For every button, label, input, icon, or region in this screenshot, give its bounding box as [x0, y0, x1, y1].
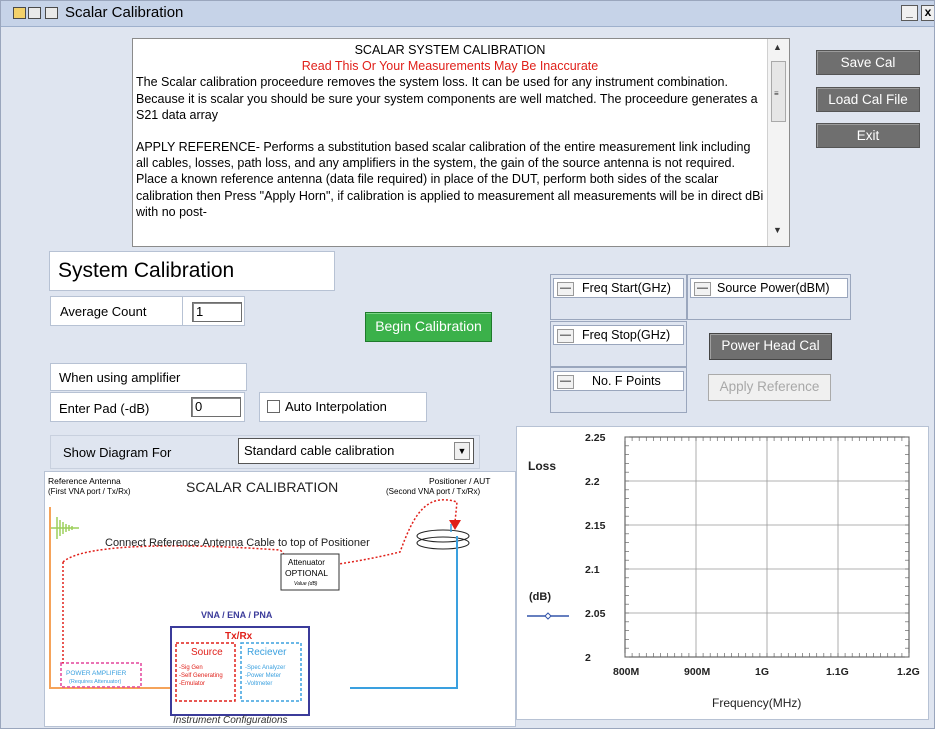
- y-tick-label: 2.1: [585, 564, 600, 576]
- source-item: -Self Generating: [179, 673, 223, 679]
- collapse-icon[interactable]: —: [694, 282, 711, 296]
- y-tick-label: 2.2: [585, 476, 600, 488]
- info-warning: Read This Or Your Measurements May Be In…: [301, 59, 599, 74]
- x-tick-label: 900M: [684, 666, 711, 678]
- apply-reference-button[interactable]: Apply Reference: [708, 374, 831, 401]
- y-tick-label: 2.25: [585, 432, 606, 444]
- instructions-textbox[interactable]: SCALAR SYSTEM CALIBRATION Read This Or Y…: [132, 38, 790, 247]
- info-paragraph-2: APPLY REFERENCE- Performs a substitution…: [136, 140, 764, 219]
- restore-icon[interactable]: [45, 7, 58, 19]
- info-paragraph-1: The Scalar calibration proceedure remove…: [136, 75, 758, 122]
- receiver-item: -Voltmeter: [245, 681, 272, 687]
- scalar-calibration-window: Scalar Calibration _ x SCALAR SYSTEM CAL…: [0, 0, 935, 729]
- scroll-down-icon[interactable]: ▼: [773, 225, 782, 235]
- freq-stop-label: Freq Stop(GHz): [582, 328, 671, 342]
- diagram-svg: Reference Antenna (First VNA port / Tx/R…: [48, 476, 490, 726]
- title-bar: Scalar Calibration _ x: [1, 1, 934, 27]
- auto-interpolation-panel: Auto Interpolation: [259, 392, 427, 422]
- value-db-label: Value (dB): [294, 581, 318, 587]
- chart-svg: Loss (dB) Frequency(MHz) 2 2.05 2.1 2.15 2.2…: [527, 432, 920, 710]
- section-title: System Calibration: [58, 259, 235, 282]
- ref-antenna-label: Reference Antenna: [48, 476, 121, 486]
- txrx-label: Tx/Rx: [225, 631, 253, 642]
- source-item: -Sig Gen: [179, 665, 203, 671]
- positioner-sub: (Second VNA port / Tx/Rx): [386, 487, 480, 496]
- close-button[interactable]: x: [921, 5, 934, 21]
- y-axis-label: Loss: [528, 459, 556, 473]
- blue-cable: [350, 536, 458, 689]
- freq-points-panel: — No. F Points: [550, 367, 687, 413]
- orange-cable: [49, 507, 170, 689]
- minimize-button[interactable]: _: [901, 5, 918, 21]
- plot-area: 2 2.05 2.1 2.15 2.2 2.25 800M 900M 1G 1.1G 1.2G: [585, 432, 920, 678]
- grip-icon: ≡: [774, 89, 779, 98]
- power-amplifier-label: POWER AMPLIFIER: [66, 670, 127, 677]
- save-cal-button[interactable]: Save Cal: [816, 50, 920, 75]
- y-tick-label: 2.15: [585, 520, 606, 532]
- x-tick-label: 800M: [613, 666, 640, 678]
- diagram-select-value: Standard cable calibration: [244, 443, 395, 458]
- diagram-title: SCALAR CALIBRATION: [186, 479, 338, 495]
- scroll-up-icon[interactable]: ▲: [773, 42, 782, 52]
- amplifier-note: When using amplifier: [59, 370, 181, 385]
- average-count-input[interactable]: 1: [192, 302, 242, 322]
- positioner-icon: [416, 536, 470, 550]
- vertical-scrollbar[interactable]: ▲ ≡ ▼: [767, 39, 789, 246]
- pad-label: Enter Pad (-dB): [59, 401, 150, 416]
- legend-marker: [527, 612, 569, 620]
- source-label: Source: [191, 647, 223, 658]
- window-title: Scalar Calibration: [65, 4, 184, 21]
- source-power-panel: — Source Power(dBM): [687, 274, 851, 320]
- antenna-icon: [51, 517, 79, 539]
- optional-label: OPTIONAL: [285, 568, 328, 578]
- y-tick-label: 2.05: [585, 608, 606, 620]
- ref-antenna-sub: (First VNA port / Tx/Rx): [48, 487, 131, 496]
- connect-note: Connect Reference Antenna Cable to top o…: [105, 537, 370, 549]
- reference-cable-path: [62, 499, 458, 569]
- y-axis-unit: (dB): [529, 591, 551, 603]
- chevron-down-icon[interactable]: ▼: [454, 442, 470, 460]
- y-tick-label: 2: [585, 652, 591, 664]
- pad-input[interactable]: 0: [191, 397, 241, 417]
- calibration-diagram: Reference Antenna (First VNA port / Tx/R…: [44, 471, 516, 727]
- power-head-cal-button[interactable]: Power Head Cal: [709, 333, 832, 360]
- amplifier-note-panel: When using amplifier: [50, 363, 247, 391]
- collapse-icon[interactable]: —: [557, 329, 574, 343]
- loss-chart: Loss (dB) Frequency(MHz) 2 2.05 2.1 2.15 2.2…: [516, 426, 929, 720]
- vna-label: VNA / ENA / PNA: [201, 610, 273, 620]
- source-power-label: Source Power(dBM): [717, 281, 830, 295]
- freq-start-label: Freq Start(GHz): [582, 281, 671, 295]
- power-amplifier-sub: (Requires Attenuator): [69, 679, 121, 685]
- freq-start-panel: — Freq Start(GHz): [550, 274, 687, 320]
- system-calibration-panel: System Calibration: [49, 251, 335, 291]
- info-heading: SCALAR SYSTEM CALIBRATION: [354, 43, 546, 57]
- begin-calibration-button[interactable]: Begin Calibration: [365, 312, 492, 342]
- app-icon[interactable]: [13, 7, 26, 19]
- x-axis-label: Frequency(MHz): [712, 696, 801, 710]
- receiver-item: -Power Meter: [245, 673, 281, 679]
- source-item: -Emulator: [179, 681, 205, 687]
- receiver-label: Reciever: [247, 647, 287, 658]
- freq-points-label: No. F Points: [592, 374, 661, 388]
- auto-interpolation-label: Auto Interpolation: [285, 399, 387, 414]
- collapse-icon[interactable]: —: [557, 282, 574, 296]
- x-tick-label: 1.1G: [826, 666, 849, 678]
- receiver-item: -Spec Analyzer: [245, 665, 285, 671]
- auto-interpolation-checkbox[interactable]: [267, 400, 280, 413]
- diagram-type-select[interactable]: Standard cable calibration ▼: [238, 438, 474, 464]
- instrument-configs-label: Instrument Configurations: [173, 715, 288, 726]
- show-diagram-label: Show Diagram For: [63, 445, 172, 460]
- x-tick-label: 1G: [755, 666, 769, 678]
- load-cal-file-button[interactable]: Load Cal File: [816, 87, 920, 112]
- window-menu-icon[interactable]: [28, 7, 41, 19]
- exit-button[interactable]: Exit: [816, 123, 920, 148]
- positioner-label: Positioner / AUT: [429, 476, 490, 486]
- collapse-icon[interactable]: —: [557, 375, 574, 389]
- x-tick-label: 1.2G: [897, 666, 920, 678]
- freq-stop-panel: — Freq Stop(GHz): [550, 321, 687, 367]
- average-count-label: Average Count: [60, 304, 147, 319]
- attenuator-label: Attenuator: [288, 558, 325, 567]
